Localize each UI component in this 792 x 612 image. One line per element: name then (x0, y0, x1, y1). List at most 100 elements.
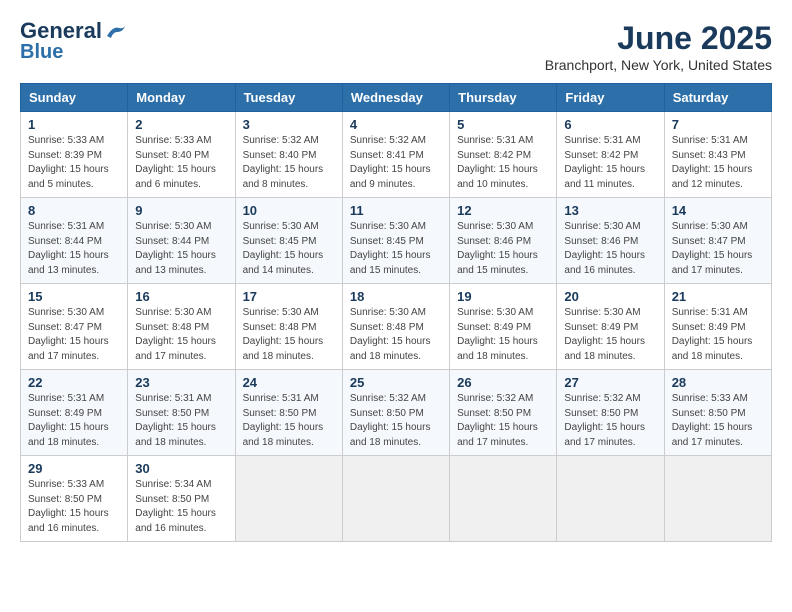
calendar-cell: 27 Sunrise: 5:32 AM Sunset: 8:50 PM Dayl… (557, 370, 664, 456)
calendar-cell: 23 Sunrise: 5:31 AM Sunset: 8:50 PM Dayl… (128, 370, 235, 456)
calendar-cell: 19 Sunrise: 5:30 AM Sunset: 8:49 PM Dayl… (450, 284, 557, 370)
day-info: Sunrise: 5:33 AM Sunset: 8:40 PM Dayligh… (135, 134, 227, 192)
day-number: 19 (457, 289, 549, 304)
day-info: Sunrise: 5:33 AM Sunset: 8:50 PM Dayligh… (672, 392, 764, 450)
calendar-cell: 16 Sunrise: 5:30 AM Sunset: 8:48 PM Dayl… (128, 284, 235, 370)
day-number: 12 (457, 203, 549, 218)
day-number: 23 (135, 375, 227, 390)
day-info: Sunrise: 5:30 AM Sunset: 8:49 PM Dayligh… (457, 306, 549, 364)
day-number: 20 (564, 289, 656, 304)
calendar-cell: 10 Sunrise: 5:30 AM Sunset: 8:45 PM Dayl… (235, 198, 342, 284)
day-info: Sunrise: 5:30 AM Sunset: 8:49 PM Dayligh… (564, 306, 656, 364)
day-info: Sunrise: 5:30 AM Sunset: 8:46 PM Dayligh… (564, 220, 656, 278)
day-info: Sunrise: 5:30 AM Sunset: 8:47 PM Dayligh… (28, 306, 120, 364)
day-number: 28 (672, 375, 764, 390)
calendar-cell: 22 Sunrise: 5:31 AM Sunset: 8:49 PM Dayl… (21, 370, 128, 456)
calendar-cell: 13 Sunrise: 5:30 AM Sunset: 8:46 PM Dayl… (557, 198, 664, 284)
day-number: 8 (28, 203, 120, 218)
day-number: 4 (350, 117, 442, 132)
col-header-saturday: Saturday (664, 84, 771, 112)
calendar-table: Sunday Monday Tuesday Wednesday Thursday… (20, 83, 772, 542)
calendar-cell: 15 Sunrise: 5:30 AM Sunset: 8:47 PM Dayl… (21, 284, 128, 370)
day-info: Sunrise: 5:33 AM Sunset: 8:39 PM Dayligh… (28, 134, 120, 192)
calendar-week-row-1: 8 Sunrise: 5:31 AM Sunset: 8:44 PM Dayli… (21, 198, 772, 284)
col-header-sunday: Sunday (21, 84, 128, 112)
calendar-cell: 14 Sunrise: 5:30 AM Sunset: 8:47 PM Dayl… (664, 198, 771, 284)
calendar-cell: 25 Sunrise: 5:32 AM Sunset: 8:50 PM Dayl… (342, 370, 449, 456)
day-number: 30 (135, 461, 227, 476)
day-info: Sunrise: 5:32 AM Sunset: 8:40 PM Dayligh… (243, 134, 335, 192)
day-number: 26 (457, 375, 549, 390)
calendar-cell: 18 Sunrise: 5:30 AM Sunset: 8:48 PM Dayl… (342, 284, 449, 370)
day-number: 10 (243, 203, 335, 218)
calendar-week-row-4: 29 Sunrise: 5:33 AM Sunset: 8:50 PM Dayl… (21, 456, 772, 542)
calendar-cell (664, 456, 771, 542)
calendar-cell (235, 456, 342, 542)
calendar-cell: 29 Sunrise: 5:33 AM Sunset: 8:50 PM Dayl… (21, 456, 128, 542)
title-area: June 2025 Branchport, New York, United S… (545, 20, 772, 73)
day-info: Sunrise: 5:31 AM Sunset: 8:43 PM Dayligh… (672, 134, 764, 192)
calendar-cell: 26 Sunrise: 5:32 AM Sunset: 8:50 PM Dayl… (450, 370, 557, 456)
calendar-cell: 30 Sunrise: 5:34 AM Sunset: 8:50 PM Dayl… (128, 456, 235, 542)
calendar-cell: 2 Sunrise: 5:33 AM Sunset: 8:40 PM Dayli… (128, 112, 235, 198)
calendar-cell: 5 Sunrise: 5:31 AM Sunset: 8:42 PM Dayli… (450, 112, 557, 198)
day-number: 1 (28, 117, 120, 132)
calendar-cell: 12 Sunrise: 5:30 AM Sunset: 8:46 PM Dayl… (450, 198, 557, 284)
calendar-cell (557, 456, 664, 542)
col-header-thursday: Thursday (450, 84, 557, 112)
day-number: 6 (564, 117, 656, 132)
day-number: 3 (243, 117, 335, 132)
calendar-header-row: Sunday Monday Tuesday Wednesday Thursday… (21, 84, 772, 112)
day-info: Sunrise: 5:30 AM Sunset: 8:47 PM Dayligh… (672, 220, 764, 278)
col-header-wednesday: Wednesday (342, 84, 449, 112)
day-info: Sunrise: 5:32 AM Sunset: 8:41 PM Dayligh… (350, 134, 442, 192)
day-info: Sunrise: 5:31 AM Sunset: 8:42 PM Dayligh… (457, 134, 549, 192)
calendar-cell: 1 Sunrise: 5:33 AM Sunset: 8:39 PM Dayli… (21, 112, 128, 198)
day-number: 14 (672, 203, 764, 218)
day-number: 17 (243, 289, 335, 304)
day-info: Sunrise: 5:31 AM Sunset: 8:49 PM Dayligh… (28, 392, 120, 450)
day-info: Sunrise: 5:30 AM Sunset: 8:48 PM Dayligh… (350, 306, 442, 364)
calendar-cell: 3 Sunrise: 5:32 AM Sunset: 8:40 PM Dayli… (235, 112, 342, 198)
col-header-friday: Friday (557, 84, 664, 112)
day-info: Sunrise: 5:30 AM Sunset: 8:48 PM Dayligh… (243, 306, 335, 364)
day-info: Sunrise: 5:32 AM Sunset: 8:50 PM Dayligh… (350, 392, 442, 450)
day-number: 22 (28, 375, 120, 390)
calendar-cell: 20 Sunrise: 5:30 AM Sunset: 8:49 PM Dayl… (557, 284, 664, 370)
day-number: 11 (350, 203, 442, 218)
calendar-cell: 8 Sunrise: 5:31 AM Sunset: 8:44 PM Dayli… (21, 198, 128, 284)
day-info: Sunrise: 5:34 AM Sunset: 8:50 PM Dayligh… (135, 478, 227, 536)
calendar-cell: 24 Sunrise: 5:31 AM Sunset: 8:50 PM Dayl… (235, 370, 342, 456)
calendar-week-row-0: 1 Sunrise: 5:33 AM Sunset: 8:39 PM Dayli… (21, 112, 772, 198)
day-number: 18 (350, 289, 442, 304)
logo-bird-icon (105, 24, 127, 40)
calendar-cell: 9 Sunrise: 5:30 AM Sunset: 8:44 PM Dayli… (128, 198, 235, 284)
month-year-title: June 2025 (545, 20, 772, 57)
logo: General Blue (20, 20, 127, 62)
col-header-monday: Monday (128, 84, 235, 112)
header: General Blue June 2025 Branchport, New Y… (20, 20, 772, 73)
calendar-cell (342, 456, 449, 542)
day-number: 21 (672, 289, 764, 304)
calendar-cell: 11 Sunrise: 5:30 AM Sunset: 8:45 PM Dayl… (342, 198, 449, 284)
day-info: Sunrise: 5:30 AM Sunset: 8:45 PM Dayligh… (350, 220, 442, 278)
col-header-tuesday: Tuesday (235, 84, 342, 112)
day-number: 15 (28, 289, 120, 304)
day-info: Sunrise: 5:30 AM Sunset: 8:48 PM Dayligh… (135, 306, 227, 364)
calendar-cell: 6 Sunrise: 5:31 AM Sunset: 8:42 PM Dayli… (557, 112, 664, 198)
day-number: 16 (135, 289, 227, 304)
calendar-cell: 21 Sunrise: 5:31 AM Sunset: 8:49 PM Dayl… (664, 284, 771, 370)
day-number: 7 (672, 117, 764, 132)
day-info: Sunrise: 5:31 AM Sunset: 8:44 PM Dayligh… (28, 220, 120, 278)
day-number: 2 (135, 117, 227, 132)
day-info: Sunrise: 5:30 AM Sunset: 8:46 PM Dayligh… (457, 220, 549, 278)
day-number: 5 (457, 117, 549, 132)
logo-blue-text: Blue (20, 42, 63, 62)
calendar-cell: 17 Sunrise: 5:30 AM Sunset: 8:48 PM Dayl… (235, 284, 342, 370)
calendar-week-row-3: 22 Sunrise: 5:31 AM Sunset: 8:49 PM Dayl… (21, 370, 772, 456)
day-info: Sunrise: 5:33 AM Sunset: 8:50 PM Dayligh… (28, 478, 120, 536)
day-info: Sunrise: 5:30 AM Sunset: 8:45 PM Dayligh… (243, 220, 335, 278)
day-info: Sunrise: 5:32 AM Sunset: 8:50 PM Dayligh… (564, 392, 656, 450)
day-info: Sunrise: 5:30 AM Sunset: 8:44 PM Dayligh… (135, 220, 227, 278)
day-info: Sunrise: 5:31 AM Sunset: 8:50 PM Dayligh… (243, 392, 335, 450)
